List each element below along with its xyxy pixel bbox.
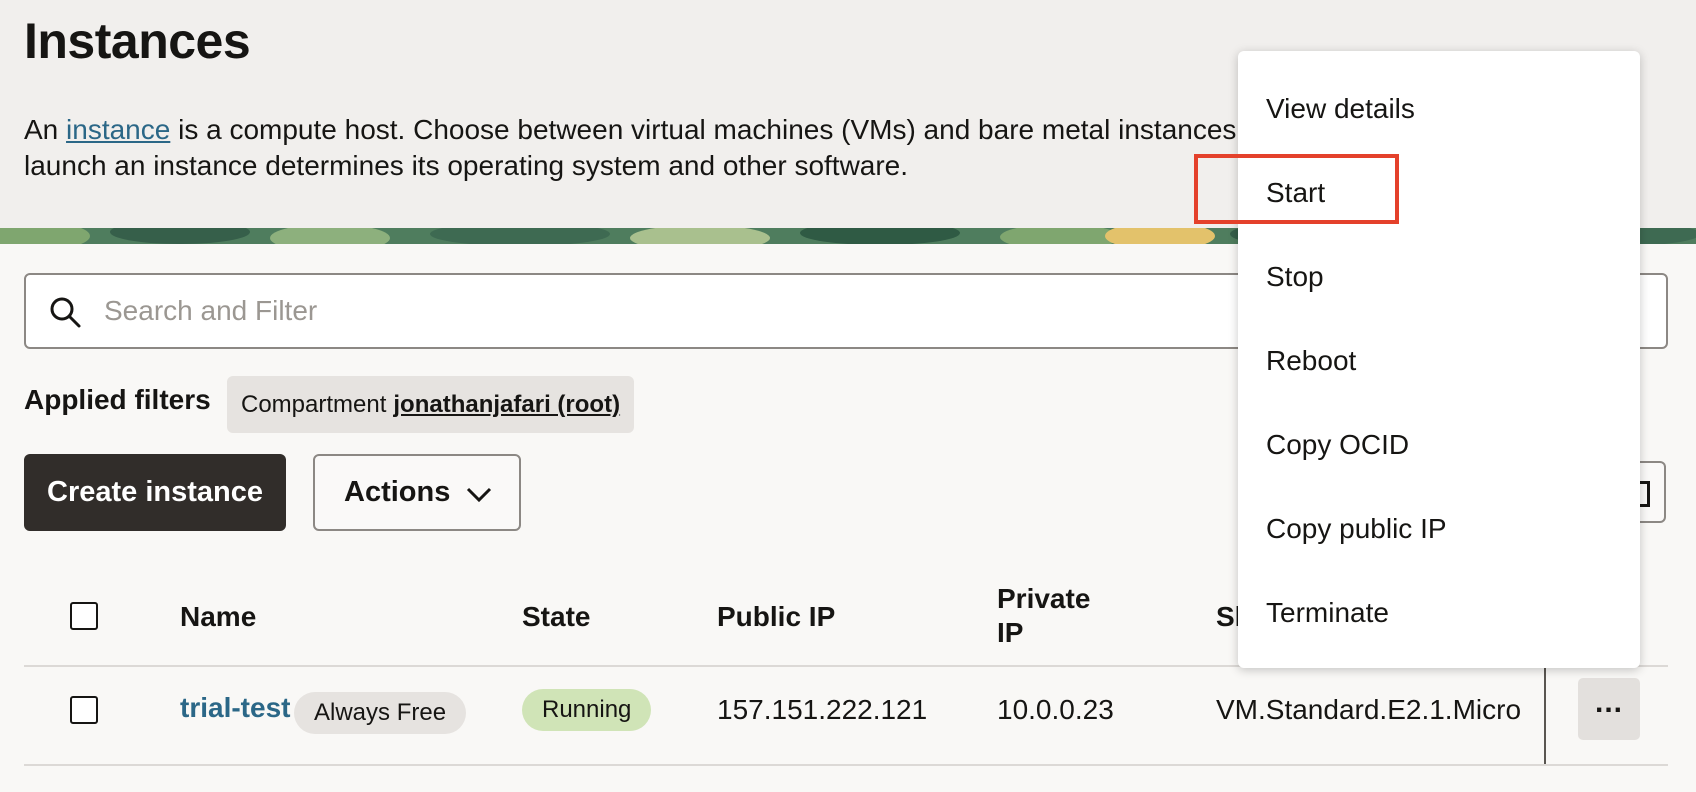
column-header-public-ip[interactable]: Public IP [717,600,835,634]
always-free-badge: Always Free [294,692,467,734]
menu-item-copy-public-ip[interactable]: Copy public IP [1266,511,1447,547]
menu-item-copy-ocid[interactable]: Copy OCID [1266,427,1409,463]
search-input[interactable] [102,285,1202,337]
column-header-name[interactable]: Name [180,600,256,634]
private-ip-header-line1: Private [997,583,1091,614]
chevron-down-icon [466,487,492,503]
column-divider [1544,664,1546,766]
description-prefix: An [24,114,59,145]
menu-item-stop[interactable]: Stop [1266,259,1324,295]
instance-link[interactable]: instance [66,114,170,145]
chip-key: Compartment [241,390,387,418]
shape-cell: VM.Standard.E2.1.Micro [1216,694,1522,725]
row-actions-menu: View details Start Stop Reboot Copy OCID… [1238,51,1640,668]
menu-item-terminate[interactable]: Terminate [1266,595,1389,631]
create-instance-button[interactable]: Create instance [24,454,286,531]
column-header-private-ip[interactable]: Private IP [997,582,1090,650]
table-row-divider [24,764,1668,766]
search-icon [50,297,81,328]
applied-filters-label: Applied filters [24,384,211,415]
actions-label: Actions [344,476,451,508]
menu-item-view-details[interactable]: View details [1266,91,1415,127]
status-badge: Running [522,689,652,731]
private-ip-cell: 10.0.0.23 [997,694,1114,725]
private-ip-header-line2: IP [997,617,1024,648]
column-header-state[interactable]: State [522,600,590,634]
select-all-checkbox[interactable] [70,602,98,630]
compartment-filter-chip[interactable]: Compartment jonathanjafari (root) [227,376,635,433]
page-description: An instance is a compute host. Choose be… [24,112,1575,184]
row-checkbox[interactable] [70,696,98,724]
description-line2: launch an instance determines its operat… [24,150,909,181]
actions-dropdown-button[interactable]: Actions [313,454,521,531]
menu-item-reboot[interactable]: Reboot [1266,343,1356,379]
start-highlight-box [1194,154,1399,224]
instance-name-link[interactable]: trial-test [180,692,290,724]
row-actions-menu-button[interactable]: ... [1578,678,1640,740]
chip-value-link[interactable]: jonathanjafari (root) [393,391,620,419]
page-title: Instances [24,13,251,69]
public-ip-cell: 157.151.222.121 [717,694,928,725]
